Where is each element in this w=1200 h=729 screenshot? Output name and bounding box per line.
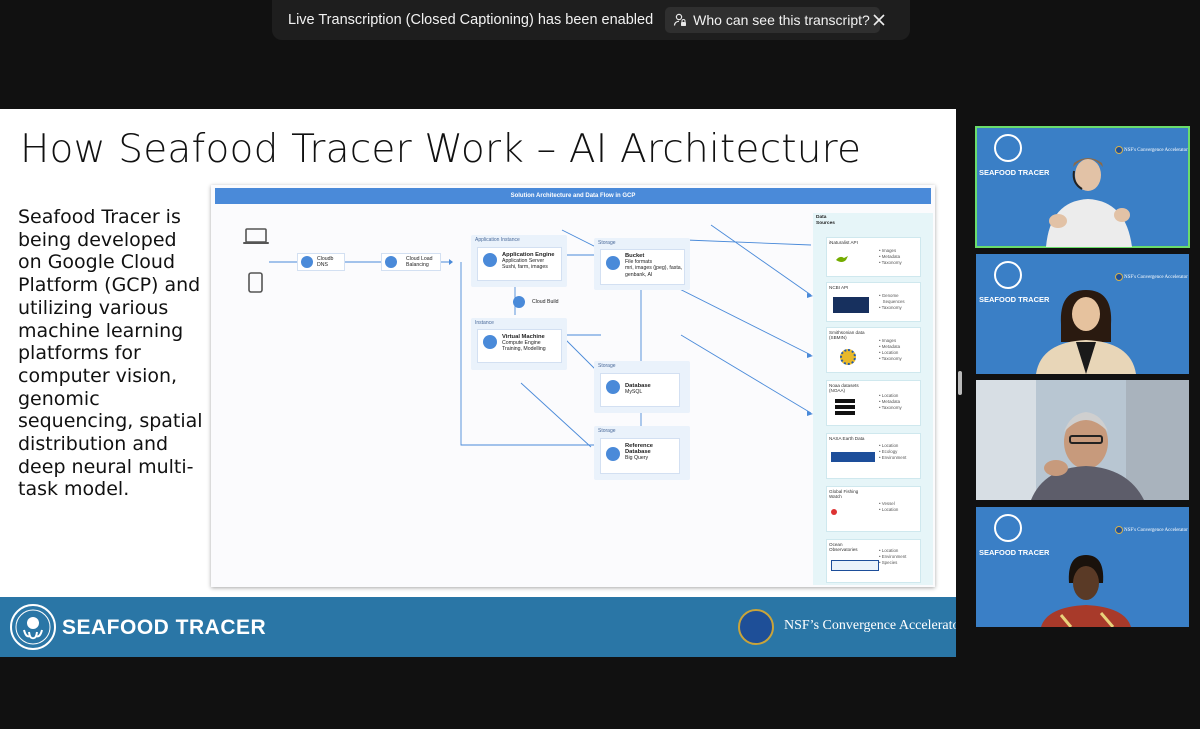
data-sources-title: Data Sources <box>816 215 835 227</box>
transcription-notification: Live Transcription (Closed Captioning) h… <box>272 0 910 40</box>
cloud-load-balancing-node: Cloud Load Balancing <box>381 253 441 271</box>
load-balancing-icon <box>385 256 397 268</box>
notification-message: Live Transcription (Closed Captioning) h… <box>288 12 654 28</box>
virtual-machine-node: Virtual Machine Compute Engine Training,… <box>477 329 562 363</box>
close-icon <box>873 14 885 26</box>
tile-partner-text: NSF's Convergence Accelerator <box>1124 275 1188 280</box>
global-fishing-watch-logo <box>831 509 837 515</box>
nsf-seal-icon <box>1115 526 1123 534</box>
ncbi-logo <box>833 297 869 313</box>
panel-resize-handle[interactable] <box>958 371 962 395</box>
bigquery-icon <box>606 447 620 461</box>
nsf-seal-icon <box>738 609 774 645</box>
ooi-logo <box>831 560 879 571</box>
bird-logo-icon <box>836 256 848 262</box>
who-can-see-transcript-button[interactable]: Who can see this transcript? <box>665 7 880 33</box>
source-global-fishing-watch: Global Fishing Watch • Vessel • Location <box>826 486 921 532</box>
participant-video-tile[interactable] <box>976 380 1189 500</box>
source-ncbi: NCBI API • Genome Sequences • Taxonomy <box>826 282 921 322</box>
slide-footer: SEAFOOD TRACER NSF’s Convergence Acceler… <box>0 597 956 657</box>
footer-brand-text: SEAFOOD TRACER <box>62 616 267 639</box>
source-inaturalist: iNaturalist API • Images • Metadata • Ta… <box>826 237 921 277</box>
participant-silhouette <box>1041 555 1131 627</box>
seafood-tracer-logo-icon <box>994 134 1022 162</box>
participant-video-tile[interactable]: SEAFOOD TRACER NSF's Convergence Acceler… <box>975 126 1190 248</box>
compute-engine-icon <box>483 335 497 349</box>
bucket-icon <box>606 256 620 270</box>
tile-partner-text: NSF's Convergence Accelerator <box>1124 528 1188 533</box>
footer-partner-text: NSF’s Convergence Accelerator <box>784 618 956 633</box>
cloud-sql-icon <box>606 380 620 394</box>
smithsonian-sun-logo <box>840 349 856 365</box>
database-stack-icon <box>835 399 855 415</box>
reference-database-node: Reference Database Big Query <box>600 438 680 474</box>
database-node: Database MySQL <box>600 373 680 407</box>
cloud-dns-node: Cloudb DNS <box>297 253 345 271</box>
seafood-tracer-logo-icon <box>10 604 56 650</box>
application-engine-node: Application Engine Application Server Su… <box>477 247 562 281</box>
cloud-build-icon <box>513 296 525 308</box>
earthdata-logo <box>831 452 875 462</box>
close-notification-button[interactable] <box>868 9 890 31</box>
shared-screen-slide: How Seafood Tracer Work – AI Architectur… <box>0 109 956 657</box>
participant-video-tile[interactable]: SEAFOOD TRACER NSF's Convergence Acceler… <box>976 254 1189 374</box>
cloud-build-label: Cloud Build <box>532 299 559 305</box>
cloud-dns-icon <box>301 256 313 268</box>
seafood-tracer-logo-icon <box>994 261 1022 289</box>
person-lock-icon <box>674 13 687 26</box>
source-smithsonian: Smithsonian data (SBMIN) • Images • Meta… <box>826 327 921 373</box>
source-noaa: Noaa datasets (NOAA) • Location • Metada… <box>826 380 921 426</box>
data-sources-panel: Data Sources iNaturalist API • Images • … <box>813 213 933 585</box>
slide-body-text: Seafood Tracer is being developed on Goo… <box>18 206 203 501</box>
architecture-diagram: Solution Architecture and Data Flow in G… <box>211 185 935 587</box>
participant-silhouette <box>1046 158 1132 247</box>
source-nasa-earth-data: NASA Earth Data • Location • Ecology • E… <box>826 433 921 479</box>
app-engine-icon <box>483 253 497 267</box>
nsf-seal-icon <box>1115 273 1123 281</box>
participant-silhouette <box>976 380 1189 500</box>
participant-video-tile[interactable]: SEAFOOD TRACER NSF's Convergence Acceler… <box>976 507 1189 627</box>
participant-silhouette <box>1036 290 1136 374</box>
source-ocean-observatories: Ocean Observatories • Location • Environ… <box>826 539 921 583</box>
bucket-node: Bucket File formats mri, images (jpeg), … <box>600 249 685 285</box>
slide-title: How Seafood Tracer Work – AI Architectur… <box>20 127 862 172</box>
seafood-tracer-logo-icon <box>994 514 1022 542</box>
who-button-label: Who can see this transcript? <box>693 12 870 28</box>
